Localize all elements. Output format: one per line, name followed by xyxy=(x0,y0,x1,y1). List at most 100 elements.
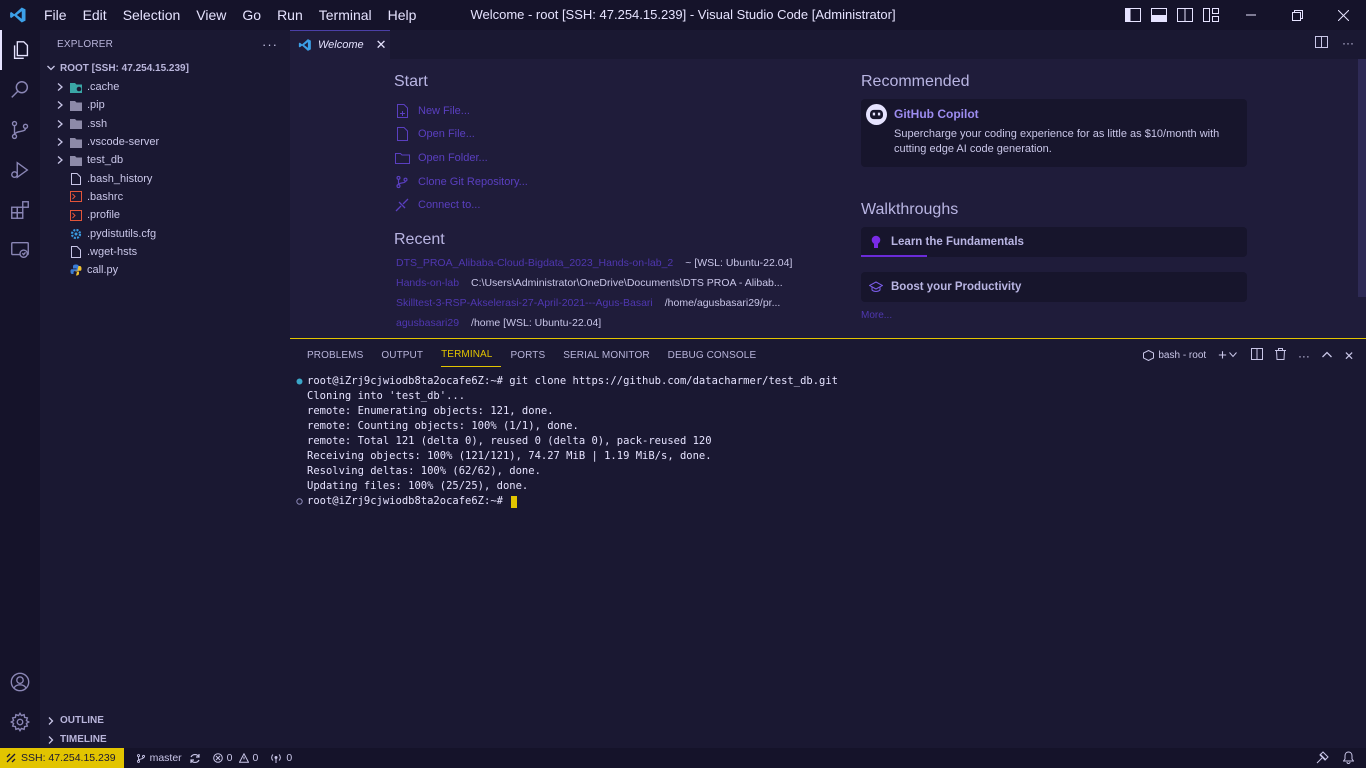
tree-item-pip[interactable]: .pip xyxy=(40,96,290,114)
run-debug-icon[interactable] xyxy=(0,150,40,190)
tree-item-profile[interactable]: .profile xyxy=(40,206,290,224)
timeline-section[interactable]: TIMELINE xyxy=(40,730,290,749)
tree-item-label: .bashrc xyxy=(87,190,124,203)
tab-label: Welcome xyxy=(318,39,364,51)
walkthrough-label: Learn the Fundamentals xyxy=(891,236,1024,248)
walkthrough-productivity[interactable]: Boost your Productivity xyxy=(861,272,1247,302)
close-tab-icon[interactable]: ✕ xyxy=(376,37,387,53)
more-actions-icon[interactable]: ··· xyxy=(1298,349,1310,363)
customize-layout-icon[interactable] xyxy=(1202,6,1220,24)
status-bar: SSH: 47.254.15.239 master 0 0 0 xyxy=(0,748,1366,768)
trash-icon[interactable] xyxy=(1274,348,1286,363)
copilot-description: Supercharge your coding experience for a… xyxy=(894,128,1220,155)
menu-edit[interactable]: Edit xyxy=(75,0,115,30)
recent-item[interactable]: Hands-on-lab C:\Users\Administrator\OneD… xyxy=(394,273,792,293)
maximize-panel-icon[interactable] xyxy=(1321,350,1332,361)
more-actions-icon[interactable]: ··· xyxy=(262,37,278,52)
menu-terminal[interactable]: Terminal xyxy=(311,0,380,30)
recent-item[interactable]: DTS_PROA_Alibaba-Cloud-Bigdata_2023_Hand… xyxy=(394,253,792,273)
tree-item-bashrc[interactable]: .bashrc xyxy=(40,188,290,206)
problems-indicator[interactable]: 0 0 xyxy=(212,752,258,764)
chevron-right-icon xyxy=(56,137,66,147)
toggle-secondary-sidebar-icon[interactable] xyxy=(1176,6,1194,24)
workspace-root[interactable]: ROOT [SSH: 47.254.15.239] xyxy=(40,58,290,78)
tree-item-bash-history[interactable]: .bash_history xyxy=(40,169,290,187)
tree-item-label: .ssh xyxy=(87,117,108,130)
remote-icon xyxy=(6,753,16,763)
explorer-icon[interactable] xyxy=(0,30,40,70)
shell-file-icon xyxy=(70,209,82,221)
terminal-text: root@iZrj9cjwiodb8ta2ocafe6Z:~# git clon… xyxy=(307,375,839,387)
terminal-selector[interactable]: bash - root xyxy=(1143,350,1206,361)
tab-output[interactable]: OUTPUT xyxy=(381,339,432,371)
outline-section[interactable]: OUTLINE xyxy=(40,711,290,730)
extensions-icon[interactable] xyxy=(0,190,40,230)
more-actions-icon[interactable]: ··· xyxy=(1342,36,1354,51)
tree-item-ssh[interactable]: .ssh xyxy=(40,115,290,133)
tab-problems[interactable]: PROBLEMS xyxy=(307,339,372,371)
account-icon[interactable] xyxy=(0,662,40,702)
new-terminal-icon[interactable]: + xyxy=(1218,347,1227,364)
menu-file[interactable]: File xyxy=(36,0,75,30)
walkthrough-fundamentals[interactable]: Learn the Fundamentals xyxy=(861,227,1247,257)
ports-indicator[interactable]: 0 xyxy=(270,752,292,764)
maximize-icon[interactable] xyxy=(1274,0,1320,30)
tab-serial-monitor[interactable]: SERIAL MONITOR xyxy=(563,339,658,371)
new-file-link[interactable]: New File... xyxy=(394,99,792,123)
open-folder-link[interactable]: Open Folder... xyxy=(394,146,792,170)
branch-indicator[interactable]: master xyxy=(136,752,201,764)
tree-item-pydistutils[interactable]: .pydistutils.cfg xyxy=(40,224,290,242)
terminal-text: remote: Enumerating objects: 121, done. xyxy=(307,405,554,417)
tree-item-vscode-server[interactable]: .vscode-server xyxy=(40,133,290,151)
settings-gear-icon[interactable] xyxy=(0,702,40,742)
menu-run[interactable]: Run xyxy=(269,0,311,30)
terminal-line: remote: Counting objects: 100% (1/1), do… xyxy=(296,419,838,434)
copilot-card[interactable]: GitHub Copilot Supercharge your coding e… xyxy=(861,99,1247,167)
close-window-icon[interactable] xyxy=(1320,0,1366,30)
clone-repo-link[interactable]: Clone Git Repository... xyxy=(394,170,792,194)
open-file-link[interactable]: Open File... xyxy=(394,123,792,147)
walkthrough-label: Boost your Productivity xyxy=(891,281,1022,293)
more-walkthroughs-link[interactable]: More... xyxy=(861,310,1247,321)
new-file-icon xyxy=(394,103,410,119)
remote-explorer-icon[interactable] xyxy=(0,230,40,270)
connect-to-label: Connect to... xyxy=(418,199,481,212)
menu-go[interactable]: Go xyxy=(234,0,269,30)
title-bar: File Edit Selection View Go Run Terminal… xyxy=(0,0,1366,30)
menu-view[interactable]: View xyxy=(188,0,234,30)
toggle-primary-sidebar-icon[interactable] xyxy=(1124,6,1142,24)
tree-item-label: .pip xyxy=(87,99,105,112)
notifications-bell-icon[interactable] xyxy=(1342,751,1355,767)
menu-help[interactable]: Help xyxy=(380,0,425,30)
tab-welcome[interactable]: Welcome ✕ xyxy=(290,30,390,59)
tree-item-call-py[interactable]: call.py xyxy=(40,261,290,279)
toggle-panel-icon[interactable] xyxy=(1150,6,1168,24)
search-icon[interactable] xyxy=(0,70,40,110)
terminal-output[interactable]: root@iZrj9cjwiodb8ta2ocafe6Z:~# git clon… xyxy=(296,374,838,509)
tab-terminal[interactable]: TERMINAL xyxy=(441,343,502,367)
close-panel-icon[interactable]: ✕ xyxy=(1344,349,1354,363)
recent-item[interactable]: agusbasari29 /home [WSL: Ubuntu-22.04] xyxy=(394,313,792,333)
tab-ports[interactable]: PORTS xyxy=(510,339,554,371)
git-branch-icon xyxy=(136,753,145,763)
editor-scrollbar[interactable] xyxy=(1358,59,1366,297)
recent-item[interactable]: Skilltest-3-RSP-Akselerasi-27-April-2021… xyxy=(394,293,792,313)
tree-item-test-db[interactable]: test_db xyxy=(40,151,290,169)
remote-indicator[interactable]: SSH: 47.254.15.239 xyxy=(0,748,124,768)
split-terminal-icon[interactable] xyxy=(1250,348,1263,363)
connect-to-link[interactable]: Connect to... xyxy=(394,193,792,217)
source-control-icon[interactable] xyxy=(0,110,40,150)
chevron-right-icon xyxy=(56,82,66,92)
chevron-right-icon xyxy=(56,155,66,165)
menu-selection[interactable]: Selection xyxy=(115,0,189,30)
tree-item-cache[interactable]: .cache xyxy=(40,78,290,96)
split-editor-icon[interactable] xyxy=(1315,36,1328,51)
terminal-cursor xyxy=(511,495,518,508)
chevron-right-icon xyxy=(56,100,66,110)
recent-path: /home [WSL: Ubuntu-22.04] xyxy=(471,316,602,329)
feedback-icon[interactable] xyxy=(1316,751,1329,767)
tab-debug-console[interactable]: DEBUG CONSOLE xyxy=(668,339,766,371)
minimize-icon[interactable] xyxy=(1228,0,1274,30)
tree-item-wget-hsts[interactable]: .wget-hsts xyxy=(40,243,290,261)
sync-icon[interactable] xyxy=(189,753,201,764)
